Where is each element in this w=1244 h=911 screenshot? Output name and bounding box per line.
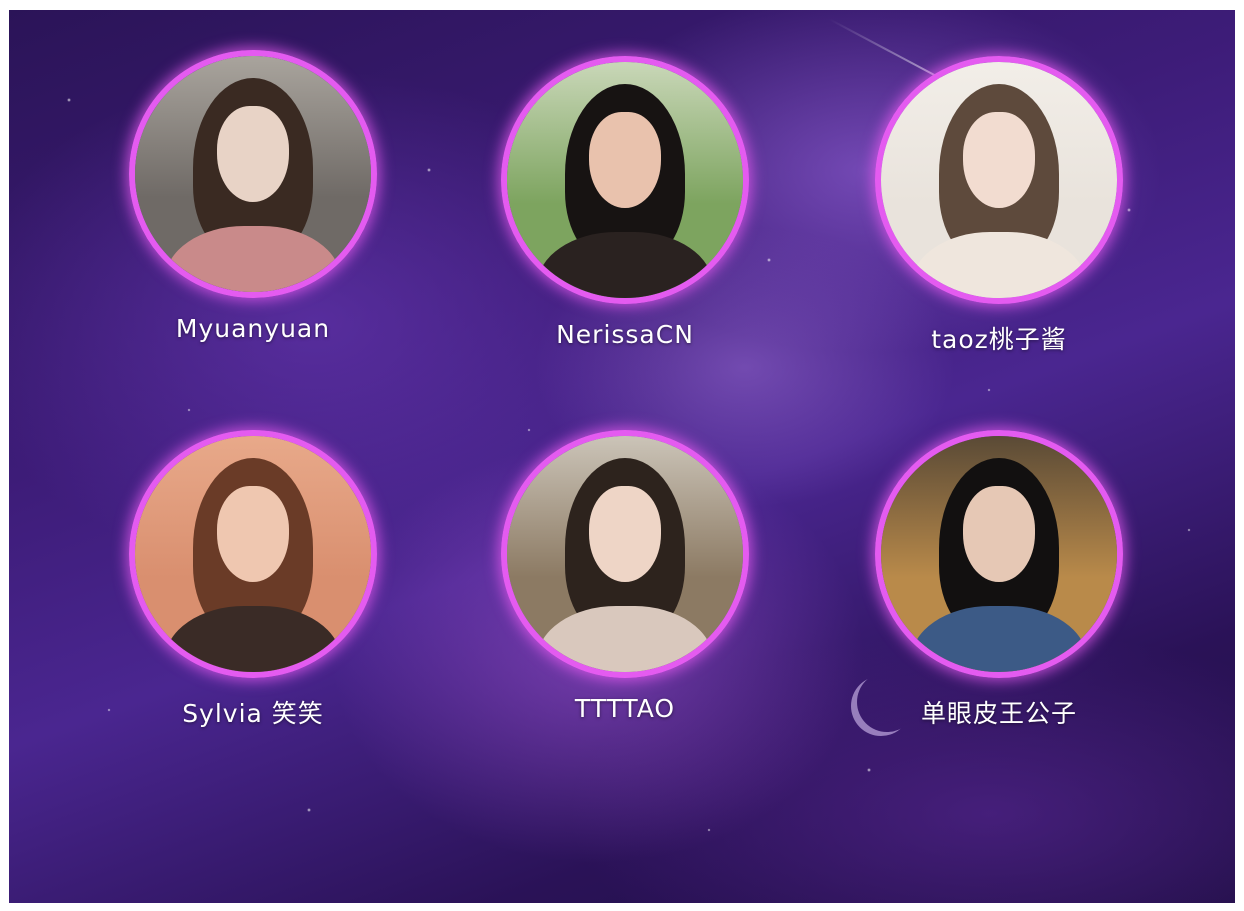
avatar-photo xyxy=(135,56,371,292)
starry-background: Myuanyuan NerissaCN taoz桃子酱 Sylvia 笑笑 TT… xyxy=(9,10,1235,903)
member-card[interactable]: Sylvia 笑笑 xyxy=(103,430,403,730)
member-name: 单眼皮王公子 xyxy=(920,699,1077,728)
member-name: TTTTAO xyxy=(574,694,676,723)
portrait-face xyxy=(589,112,661,208)
member-card[interactable]: NerissaCN xyxy=(475,56,775,349)
portrait-body xyxy=(537,232,713,298)
portrait-face xyxy=(963,486,1035,582)
member-avatar[interactable] xyxy=(129,430,377,678)
portrait-body xyxy=(165,226,341,292)
member-avatar[interactable] xyxy=(129,50,377,298)
portrait-face xyxy=(217,106,289,202)
portrait-body xyxy=(165,606,341,672)
portrait-face xyxy=(963,112,1035,208)
member-card[interactable]: taoz桃子酱 xyxy=(849,56,1149,356)
avatar-photo xyxy=(881,62,1117,298)
portrait-face xyxy=(589,486,661,582)
member-name: Myuanyuan xyxy=(175,314,331,343)
member-name: Sylvia 笑笑 xyxy=(182,699,324,728)
member-name: NerissaCN xyxy=(556,320,694,349)
portrait-face xyxy=(217,486,289,582)
avatar-photo xyxy=(881,436,1117,672)
member-name: taoz桃子酱 xyxy=(931,325,1067,354)
member-avatar[interactable] xyxy=(501,430,749,678)
member-avatar[interactable] xyxy=(875,430,1123,678)
portrait-body xyxy=(911,606,1087,672)
member-card[interactable]: 单眼皮王公子 xyxy=(849,430,1149,730)
portrait-body xyxy=(911,232,1087,298)
member-avatar[interactable] xyxy=(875,56,1123,304)
avatar-photo xyxy=(507,436,743,672)
member-avatar[interactable] xyxy=(501,56,749,304)
avatar-photo xyxy=(507,62,743,298)
member-card[interactable]: Myuanyuan xyxy=(103,50,403,343)
member-card[interactable]: TTTTAO xyxy=(475,430,775,723)
portrait-body xyxy=(537,606,713,672)
avatar-photo xyxy=(135,436,371,672)
